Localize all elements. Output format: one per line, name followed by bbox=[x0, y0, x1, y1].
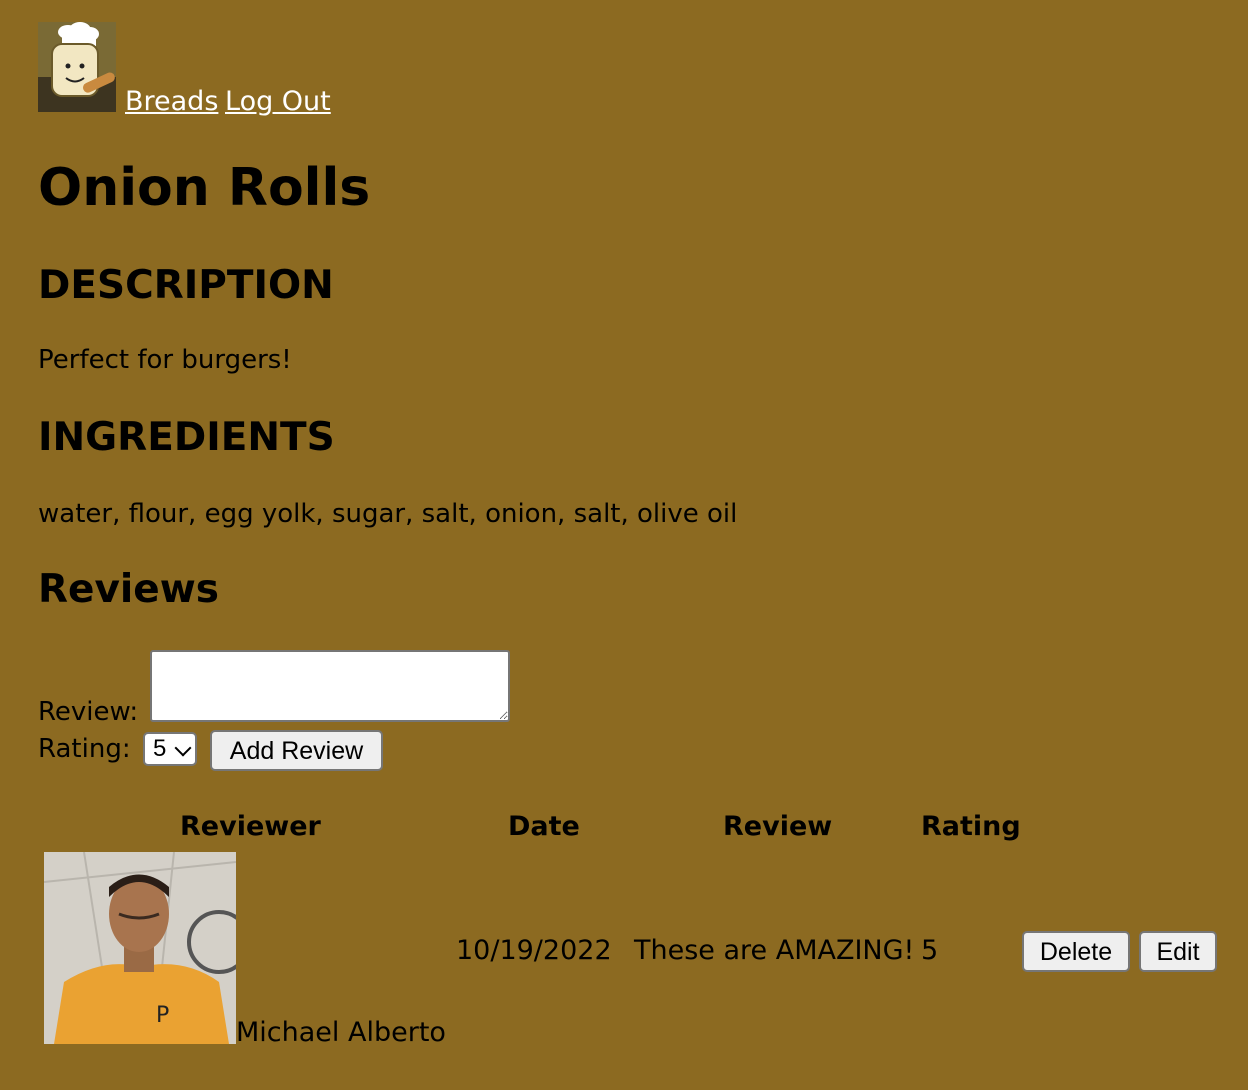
page: Breads Log Out Onion Rolls DESCRIPTION P… bbox=[38, 22, 1228, 1048]
table-header-rating: Rating bbox=[921, 811, 1021, 842]
review-label: Review: bbox=[38, 697, 139, 727]
review-text: These are AMAZING! bbox=[634, 935, 915, 966]
table-header-review: Review bbox=[723, 811, 833, 842]
delete-review-button[interactable]: Delete bbox=[1022, 931, 1130, 972]
navbar: Breads Log Out bbox=[38, 22, 1228, 117]
ingredients-text: water, flour, egg yolk, sugar, salt, oni… bbox=[38, 499, 738, 529]
rating-label: Rating: bbox=[38, 734, 131, 764]
description-text: Perfect for burgers! bbox=[38, 345, 292, 375]
review-textarea[interactable] bbox=[150, 650, 510, 722]
nav-link-log-out[interactable]: Log Out bbox=[225, 86, 331, 118]
chevron-down-icon bbox=[174, 739, 192, 757]
rating-select[interactable]: 5 bbox=[143, 732, 197, 766]
reviewer-name: Michael Alberto bbox=[236, 1017, 446, 1048]
nav-link-breads[interactable]: Breads bbox=[125, 86, 218, 118]
avatar: P bbox=[44, 852, 236, 1044]
table-header-date: Date bbox=[508, 811, 580, 842]
add-review-button[interactable]: Add Review bbox=[210, 730, 383, 771]
rating-select-value: 5 bbox=[153, 735, 167, 762]
review-rating: 5 bbox=[921, 935, 939, 966]
description-heading: DESCRIPTION bbox=[38, 263, 334, 308]
chef-bread-logo-icon[interactable] bbox=[38, 22, 116, 112]
reviews-heading: Reviews bbox=[38, 567, 219, 612]
ingredients-heading: INGREDIENTS bbox=[38, 415, 335, 460]
review-date: 10/19/2022 bbox=[456, 935, 612, 966]
edit-review-button[interactable]: Edit bbox=[1139, 931, 1217, 972]
bread-title: Onion Rolls bbox=[38, 158, 371, 218]
svg-text:P: P bbox=[156, 1003, 169, 1028]
table-header-reviewer: Reviewer bbox=[180, 811, 321, 842]
